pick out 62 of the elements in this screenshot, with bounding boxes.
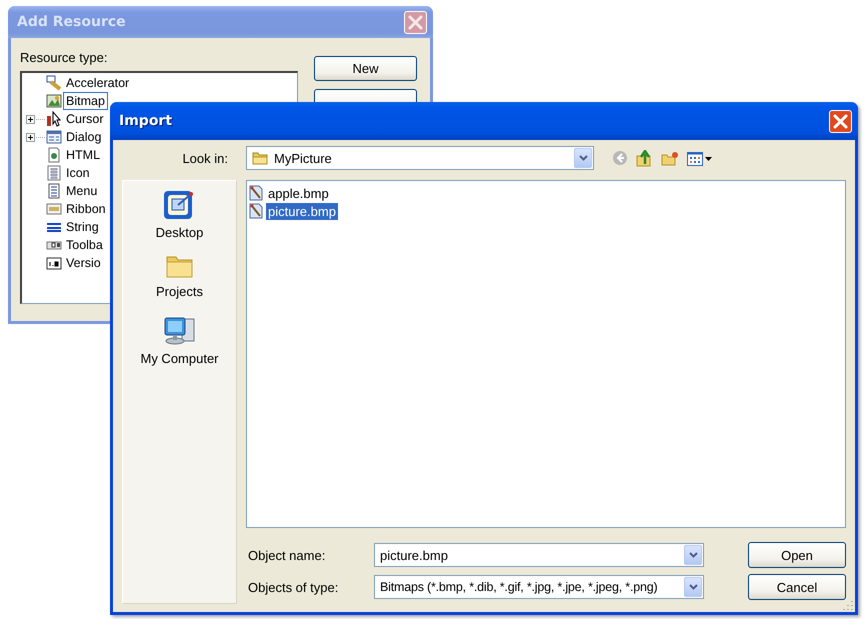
chevron-icon [688, 552, 698, 558]
field-label: Resource type: [20, 50, 108, 65]
field-label: Objects of type: [247, 580, 340, 594]
folder-icon [252, 151, 269, 165]
up-folder-button[interactable] [636, 150, 653, 166]
menu-icon [46, 183, 62, 199]
expand-icon[interactable] [26, 114, 46, 124]
dropdown-button[interactable] [684, 545, 702, 565]
back-icon [612, 150, 628, 166]
ribbon-icon [46, 201, 62, 217]
tree-item[interactable]: Bitmap [63, 92, 108, 110]
tree-item[interactable]: Toolba [63, 236, 106, 254]
computer-icon [162, 315, 196, 347]
tree-item[interactable]: Accelerator [63, 74, 132, 92]
object-name-field[interactable]: picture.bmp [374, 543, 704, 567]
expand-icon[interactable] [26, 132, 46, 142]
up-folder-icon [636, 150, 653, 166]
tree-item[interactable]: Cursor [63, 110, 107, 128]
bitmap-file-icon [248, 203, 264, 219]
dialog-icon [46, 129, 62, 145]
file-item[interactable]: apple.bmp [266, 184, 331, 202]
place-item[interactable]: Desktop [154, 187, 206, 244]
bitmap-icon [46, 93, 62, 109]
close-icon [408, 14, 423, 30]
resize-grip-icon[interactable] [843, 600, 853, 610]
place-item[interactable]: My Computer [138, 313, 221, 370]
place-item[interactable]: Projects [154, 250, 205, 307]
folder-name: MyPicture [274, 150, 333, 166]
tree-item[interactable]: Menu [63, 182, 100, 200]
new-folder-icon [661, 150, 679, 166]
dropdown-button[interactable] [574, 148, 592, 168]
view-menu-button[interactable] [687, 150, 713, 166]
dialog-button[interactable]: New [314, 56, 417, 81]
field-label: Look in: [182, 150, 229, 166]
cancel-button[interactable]: Cancel [748, 574, 846, 600]
html-icon [46, 147, 62, 163]
chevron-icon [688, 584, 698, 590]
tree-item[interactable]: Versio [63, 254, 104, 272]
view-menu-icon [687, 150, 713, 166]
tree-item[interactable]: Icon [63, 164, 93, 182]
tree-item[interactable]: Ribbon [63, 200, 109, 218]
cursor-icon [46, 111, 62, 127]
accelerator-icon [46, 75, 62, 91]
tree-item[interactable]: HTML [63, 146, 104, 164]
bitmap-file-icon [248, 185, 264, 201]
tree-item[interactable]: String [63, 218, 102, 236]
version-icon [46, 255, 62, 271]
open-button[interactable]: Open [748, 542, 846, 568]
new-folder-button[interactable] [661, 150, 679, 166]
dropdown-button[interactable] [684, 577, 702, 597]
window-title: Import [119, 113, 172, 129]
close-button[interactable] [829, 110, 852, 132]
file-item[interactable]: picture.bmp [266, 202, 338, 220]
tree-item[interactable]: Dialog [63, 128, 104, 146]
window-title: Add Resource [17, 14, 126, 30]
close-button[interactable] [404, 10, 427, 34]
file-type-dropdown[interactable]: Bitmaps (*.bmp, *.dib, *.gif, *.jpg, *.jpe, *.jpeg, *.png) [374, 575, 704, 599]
look-in-dropdown[interactable]: MyPicture [246, 146, 594, 170]
field-label: Object name: [247, 548, 326, 562]
chevron-icon [578, 155, 588, 161]
icon-icon [46, 165, 62, 181]
close-icon [833, 114, 848, 128]
